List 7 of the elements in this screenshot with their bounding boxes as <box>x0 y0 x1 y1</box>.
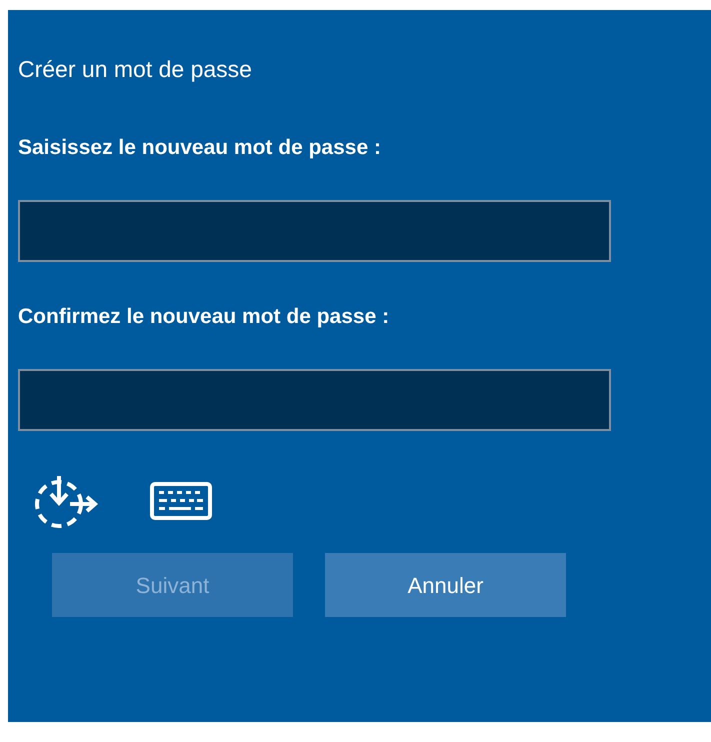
password-field[interactable] <box>18 369 611 431</box>
cancel-button[interactable]: Annuler <box>325 553 566 617</box>
password-field[interactable] <box>18 200 611 262</box>
field-label: Saisissez le nouveau mot de passe : <box>18 135 382 161</box>
dialog-title: Créer un mot de passe <box>18 55 253 84</box>
keyboard-icon[interactable] <box>150 482 212 520</box>
field-label: Confirmez le nouveau mot de passe : <box>18 304 390 330</box>
